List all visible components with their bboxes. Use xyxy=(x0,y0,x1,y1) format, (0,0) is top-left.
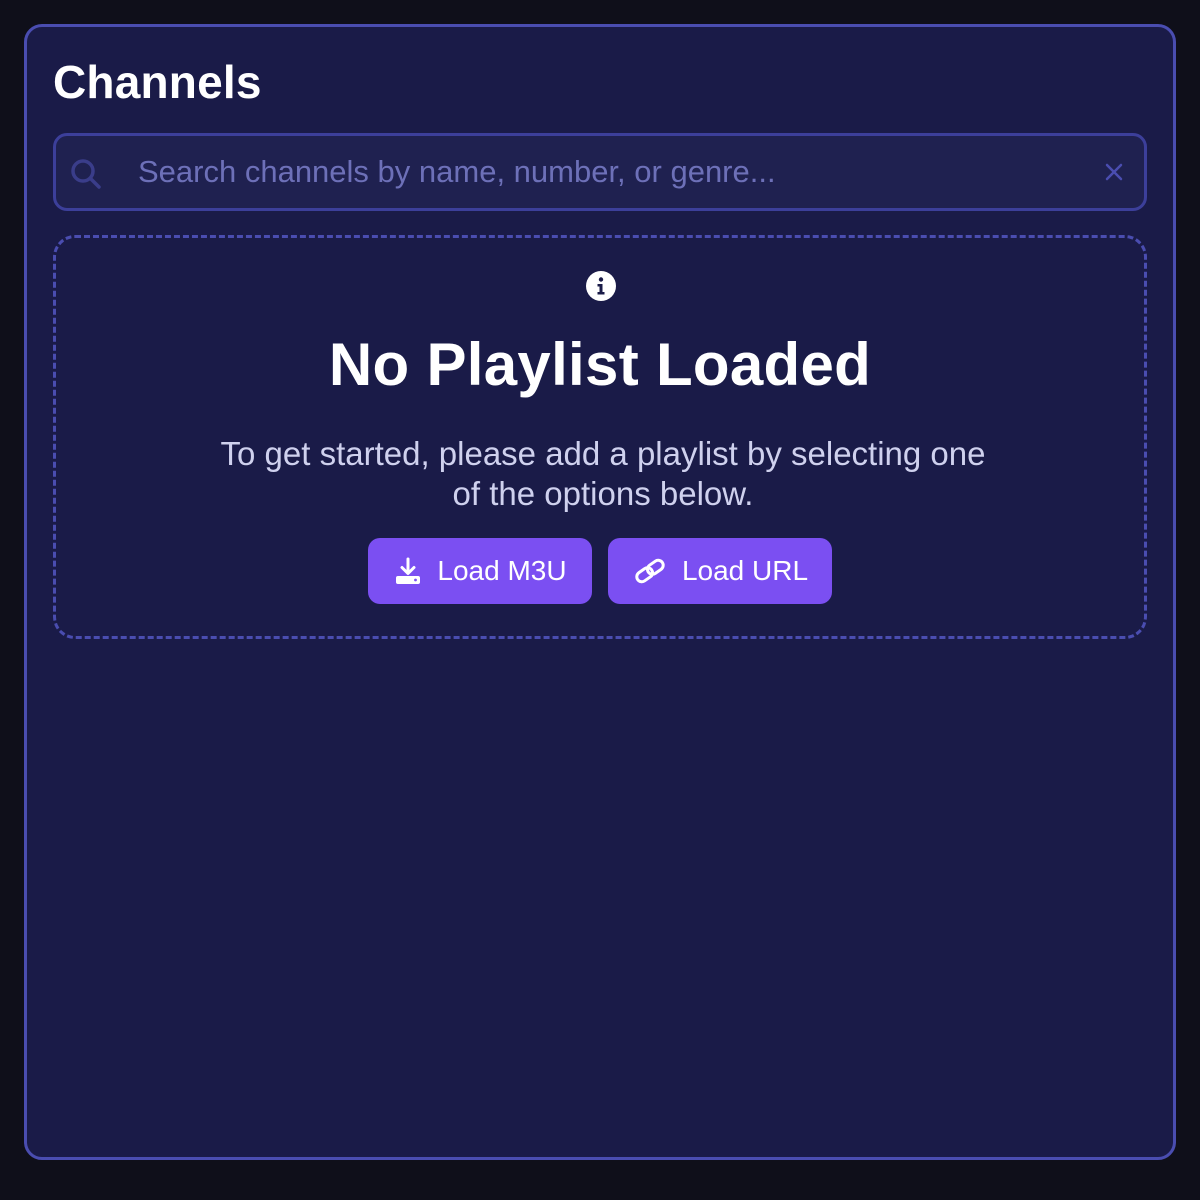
search-icon xyxy=(71,159,101,189)
close-icon[interactable] xyxy=(1102,160,1126,184)
empty-state-description: To get started, please add a playlist by… xyxy=(220,435,986,512)
empty-state-title: No Playlist Loaded xyxy=(328,331,872,398)
download-icon xyxy=(396,557,421,584)
load-url-label: Load URL xyxy=(681,555,809,586)
channels-panel: Channels No Playlist Loaded To get start… xyxy=(24,24,1176,1160)
load-url-button[interactable]: Load URL xyxy=(608,538,832,604)
search-bar[interactable] xyxy=(53,133,1147,211)
load-m3u-label: Load M3U xyxy=(437,555,567,586)
link-icon xyxy=(635,558,665,584)
empty-state: No Playlist Loaded To get started, pleas… xyxy=(53,235,1147,639)
panel-title: Channels xyxy=(53,56,262,108)
load-m3u-button[interactable]: Load M3U xyxy=(368,538,592,604)
info-icon xyxy=(586,271,616,301)
search-input[interactable] xyxy=(136,136,1076,208)
